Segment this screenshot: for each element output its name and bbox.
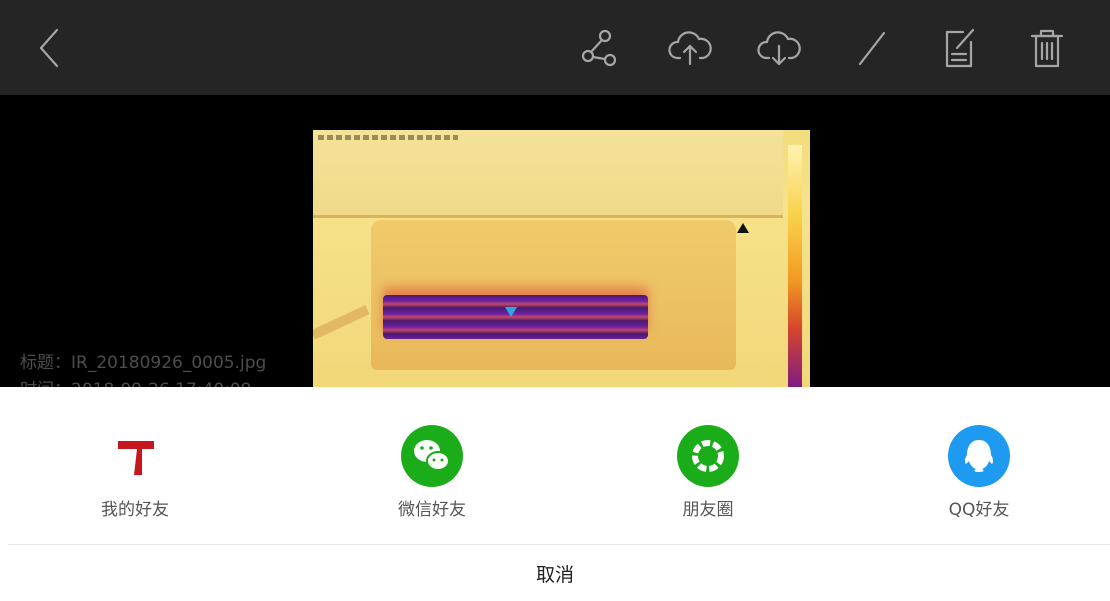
share-icon[interactable] bbox=[577, 26, 621, 70]
back-icon[interactable] bbox=[28, 26, 72, 70]
share-item-label: 我的好友 bbox=[101, 500, 169, 520]
edit-pen-icon[interactable] bbox=[850, 26, 894, 70]
min-temp-marker-icon bbox=[505, 307, 517, 317]
image-viewer: 标题：IR_20180926_0005.jpg 时间：2018-09-26 17… bbox=[0, 95, 1110, 387]
cloud-upload-icon[interactable] bbox=[668, 26, 712, 70]
thermal-image[interactable] bbox=[313, 130, 810, 387]
share-sheet: 我的好友 微信好友 朋友圈 QQ好友 取消 bbox=[0, 387, 1110, 601]
share-item-label: 朋友圈 bbox=[682, 500, 734, 520]
cancel-button[interactable]: 取消 bbox=[0, 545, 1110, 601]
share-qq-friends[interactable]: QQ好友 bbox=[919, 425, 1039, 520]
note-edit-icon[interactable] bbox=[937, 26, 981, 70]
wechat-icon bbox=[401, 425, 463, 487]
image-time-text: 时间：2018-09-26 17:40:09 bbox=[20, 375, 252, 387]
thermal-pipe bbox=[313, 305, 370, 340]
top-toolbar bbox=[0, 0, 1110, 95]
share-wechat-moments[interactable]: 朋友圈 bbox=[648, 425, 768, 520]
trash-icon[interactable] bbox=[1025, 26, 1069, 70]
moments-icon bbox=[677, 425, 739, 487]
qq-icon bbox=[948, 425, 1010, 487]
image-title-text: 标题：IR_20180926_0005.jpg bbox=[20, 353, 267, 373]
thermal-header-strip bbox=[318, 135, 458, 140]
share-wechat-friends[interactable]: 微信好友 bbox=[372, 425, 492, 520]
toutiao-icon bbox=[104, 425, 166, 487]
share-toutiao-friends[interactable]: 我的好友 bbox=[75, 425, 195, 520]
thermal-cold-vent bbox=[383, 295, 648, 339]
max-temp-marker-icon bbox=[737, 223, 749, 233]
cloud-download-icon[interactable] bbox=[757, 26, 801, 70]
thermal-ledge bbox=[313, 130, 783, 218]
share-item-label: 微信好友 bbox=[398, 500, 466, 520]
thermal-color-scale bbox=[788, 145, 802, 387]
share-item-label: QQ好友 bbox=[948, 500, 1010, 520]
